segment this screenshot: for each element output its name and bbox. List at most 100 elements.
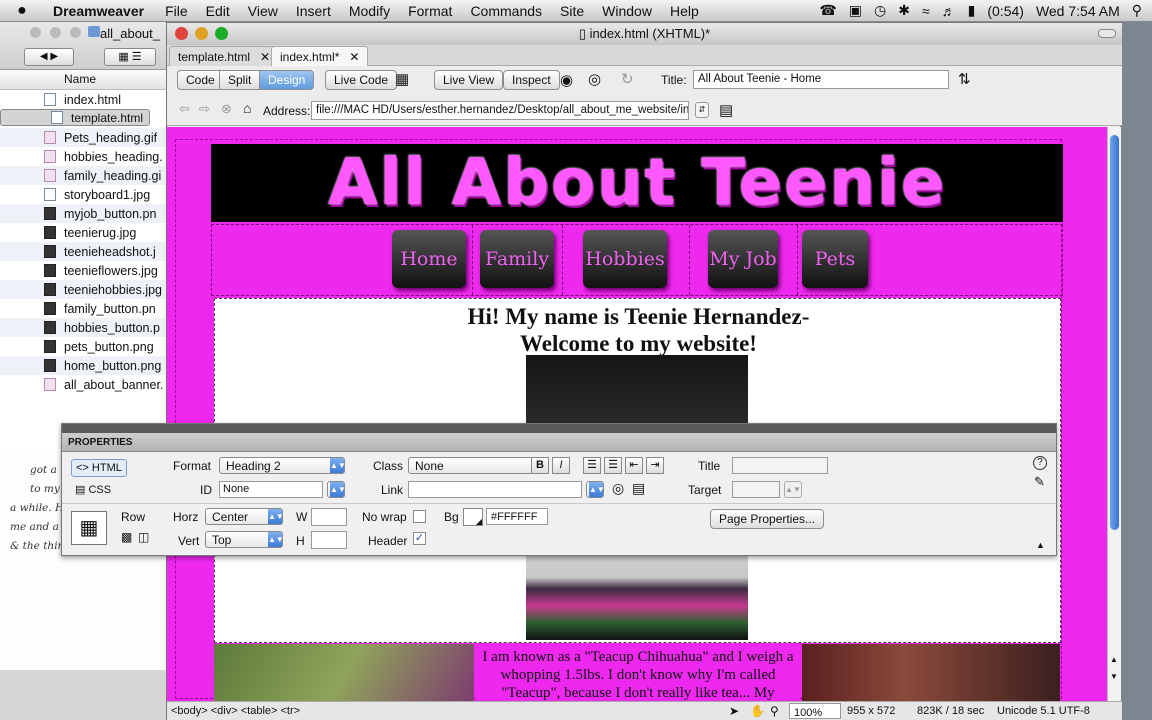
ordered-list-icon[interactable]: ☰ [604,457,622,474]
file-item[interactable]: Pets_heading.gif [0,128,169,147]
collapse-panel-icon[interactable]: ▲ [1036,540,1045,550]
rug-photo[interactable] [802,644,1060,701]
name-column-header[interactable]: Name [0,70,169,90]
tab-index[interactable]: index.html* ✕ [271,46,369,66]
scroll-down-icon[interactable]: ▼ [1110,672,1118,681]
bluetooth-icon[interactable]: ✱ [898,2,910,19]
file-item[interactable]: family_heading.gi [0,166,169,185]
inspect-button[interactable]: Inspect [503,70,560,90]
vert-select[interactable]: Top ▲▼ [205,531,284,548]
page-heading[interactable]: Hi! My name is Teenie Hernandez- Welcome… [215,303,1062,357]
address-history-icon[interactable]: ⇵ [695,102,709,118]
zoom-tool-icon[interactable]: ⚲ [770,702,779,720]
file-item[interactable]: hobbies_button.p [0,318,169,337]
live-code-button[interactable]: Live Code [325,70,398,90]
file-item[interactable]: teeniehobbies.jpg [0,280,169,299]
format-select[interactable]: Heading 2 ▲▼ [219,457,346,474]
split-view-button[interactable]: Split [219,70,261,90]
vertical-scrollbar[interactable]: ▲ ▼ [1107,127,1121,701]
title-input[interactable]: All About Teenie - Home [693,70,949,89]
window-button[interactable] [30,27,41,38]
menu-view[interactable]: View [239,3,287,19]
nav-myjob-button[interactable]: My Job [708,230,778,288]
file-item[interactable]: teenierug.jpg [0,223,169,242]
quick-tag-editor-icon[interactable]: ✎ [1034,474,1045,490]
intro-paragraph[interactable]: I am known as a "Teacup Chihuahua" and I… [476,644,800,701]
width-field[interactable] [311,508,347,526]
forward-icon[interactable]: ⇨ [199,101,210,117]
point-to-file-icon[interactable]: ◎ [612,480,624,497]
scroll-up-icon[interactable]: ▲ [1110,655,1118,664]
code-view-button[interactable]: Code [177,70,224,90]
file-item[interactable]: family_button.pn [0,299,169,318]
bold-button[interactable]: B [531,457,549,474]
file-item[interactable]: all_about_banner. [0,375,169,394]
globe-icon[interactable]: ◉ [560,71,573,89]
nav-family-button[interactable]: Family [480,230,554,288]
stop-icon[interactable]: ⊗ [221,101,232,117]
menu-insert[interactable]: Insert [287,3,340,19]
window-size[interactable]: 955 x 572 [847,702,895,720]
tag-selector[interactable]: <body> <div> <table> <tr> [171,702,300,720]
check-browser-icon[interactable]: ▦ [395,70,409,88]
battery-icon[interactable]: ▮ [968,2,976,19]
link-field[interactable] [408,481,582,498]
link-dropdown[interactable]: ▲▼ [586,481,605,498]
nav-pets-button[interactable]: Pets [802,230,868,288]
minimize-window-icon[interactable] [195,27,208,40]
browser-options-icon[interactable]: ▤ [719,101,733,119]
help-icon[interactable]: ? [1033,456,1047,470]
visual-aids-icon[interactable]: ◎ [588,70,601,88]
nav-hobbies-button[interactable]: Hobbies [583,230,667,288]
window-button[interactable] [70,27,81,38]
target-dropdown[interactable]: ▲▼ [784,481,802,498]
back-forward-buttons[interactable]: ◀ ▶ [24,48,74,66]
file-item[interactable]: hobbies_heading. [0,147,169,166]
nav-home-button[interactable]: Home [392,230,466,288]
zoom-window-icon[interactable] [215,27,228,40]
target-field[interactable] [732,481,780,498]
refresh-icon[interactable]: ↻ [621,70,634,88]
live-view-button[interactable]: Live View [434,70,504,90]
height-field[interactable] [311,531,347,549]
outdent-icon[interactable]: ⇤ [625,457,643,474]
design-view[interactable]: All About Teenie Home Family Hobbies My … [167,127,1107,701]
window-button[interactable] [50,27,61,38]
volume-icon[interactable]: ♬ [942,3,956,19]
apple-menu-icon[interactable]: ● [0,2,44,20]
merge-cells-icon[interactable]: ▩ [121,530,132,544]
app-menu[interactable]: Dreamweaver [44,3,156,19]
file-management-icon[interactable]: ⇅ [958,70,971,88]
flowers-photo[interactable] [214,644,474,701]
spotlight-icon[interactable]: ⚲ [1132,2,1142,19]
zoom-select[interactable]: 100% [789,703,841,719]
time-machine-icon[interactable]: ◷ [874,2,886,19]
nowrap-checkbox[interactable] [413,510,426,523]
file-item[interactable]: pets_button.png [0,337,169,356]
menu-help[interactable]: Help [661,3,708,19]
view-mode-buttons[interactable]: ▦ ☰ [104,48,156,66]
id-dropdown[interactable]: ▲▼ [327,481,346,498]
close-tab-icon[interactable]: ✕ [349,50,359,64]
properties-title[interactable]: PROPERTIES [62,433,1056,452]
header-checkbox[interactable]: ✓ [413,532,426,545]
split-cells-icon[interactable]: ◫ [138,530,149,544]
scroll-thumb[interactable] [1110,135,1119,530]
hand-tool-icon[interactable]: ✋ [750,702,765,720]
browse-folder-icon[interactable]: ▤ [632,480,645,497]
page-properties-button[interactable]: Page Properties... [710,509,825,529]
file-item[interactable]: index.html [0,90,169,109]
indent-icon[interactable]: ⇥ [646,457,664,474]
close-window-icon[interactable] [175,27,188,40]
wifi-icon[interactable]: ≈ [922,3,930,19]
clock[interactable]: Wed 7:54 AM [1036,3,1120,19]
pointer-tool-icon[interactable]: ➤ [729,702,739,720]
close-tab-icon[interactable]: ✕ [260,50,270,64]
file-item[interactable]: teenieheadshot.j [0,242,169,261]
bg-color-swatch[interactable]: ◢ [463,508,483,526]
design-view-button[interactable]: Design [259,70,315,90]
address-input[interactable]: file:///MAC HD/Users/esther.hernandez/De… [311,101,689,120]
menu-commands[interactable]: Commands [461,3,551,19]
title-field[interactable] [732,457,828,474]
back-icon[interactable]: ⇦ [179,101,190,117]
